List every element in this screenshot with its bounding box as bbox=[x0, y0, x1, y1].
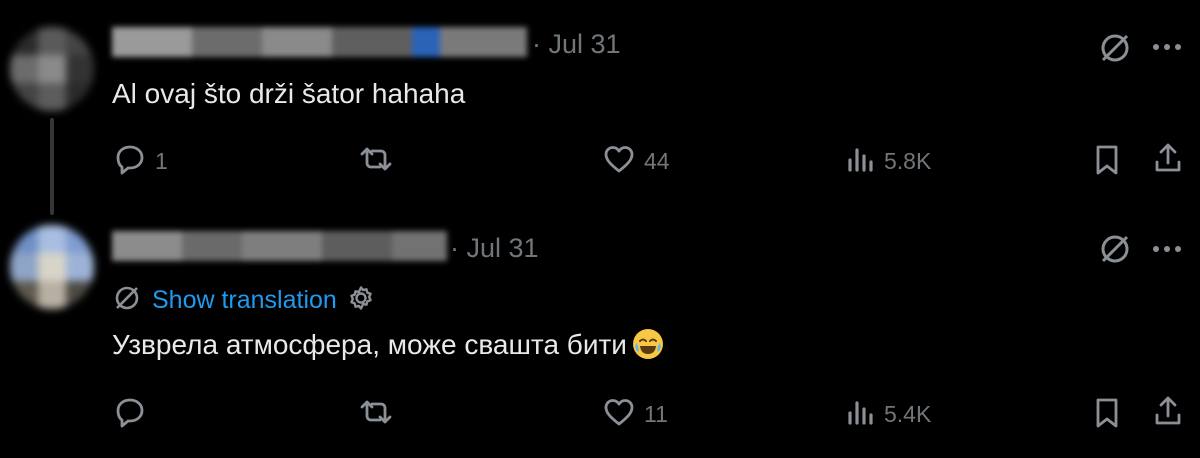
like-count: 44 bbox=[644, 148, 670, 174]
retweet-button[interactable] bbox=[358, 144, 402, 179]
face-with-tears-of-joy-emoji bbox=[632, 329, 663, 359]
views-icon bbox=[846, 397, 876, 432]
timestamp[interactable]: · Jul 31 bbox=[532, 29, 621, 60]
tweet-2[interactable]: · Jul 31 Show translation Узврела атмосф… bbox=[0, 215, 1200, 458]
like-button[interactable]: 44 bbox=[602, 143, 670, 180]
tweet-1[interactable]: · Jul 31 Al ovaj što drži šator hahaha 1… bbox=[0, 0, 1200, 215]
avatar[interactable] bbox=[10, 27, 94, 111]
more-icon[interactable] bbox=[1152, 40, 1182, 54]
views-button[interactable]: 5.4K bbox=[846, 397, 931, 432]
like-count: 11 bbox=[644, 401, 668, 427]
reply-icon bbox=[113, 142, 147, 181]
share-icon[interactable] bbox=[1152, 394, 1184, 428]
more-icon[interactable] bbox=[1152, 242, 1182, 256]
like-button[interactable]: 11 bbox=[602, 396, 668, 433]
avatar[interactable] bbox=[10, 225, 94, 309]
display-name[interactable] bbox=[112, 231, 447, 261]
translate-icon bbox=[112, 283, 142, 318]
reply-button[interactable]: 1 bbox=[113, 142, 168, 181]
retweet-icon bbox=[358, 397, 394, 432]
bookmark-icon[interactable] bbox=[1093, 396, 1121, 430]
bookmark-icon[interactable] bbox=[1093, 143, 1121, 177]
views-count: 5.8K bbox=[884, 148, 932, 174]
show-translation-link[interactable]: Show translation bbox=[152, 286, 337, 315]
reply-icon bbox=[113, 395, 147, 434]
gear-icon[interactable] bbox=[347, 284, 375, 317]
grok-icon[interactable] bbox=[1097, 231, 1133, 267]
translation-row: Show translation bbox=[112, 283, 375, 317]
reply-count: 1 bbox=[155, 148, 168, 174]
views-button[interactable]: 5.8K bbox=[846, 144, 931, 179]
like-icon bbox=[602, 143, 636, 180]
tweet-text: Узврела атмосфера, може свашта бити bbox=[112, 329, 663, 361]
retweet-button[interactable] bbox=[358, 397, 402, 432]
thread-line bbox=[50, 118, 54, 215]
views-icon bbox=[846, 144, 876, 179]
grok-icon[interactable] bbox=[1097, 30, 1133, 66]
tweet-text-content: Узврела атмосфера, може свашта бити bbox=[112, 329, 627, 360]
display-name[interactable] bbox=[112, 27, 527, 57]
tweet-text: Al ovaj što drži šator hahaha bbox=[112, 78, 466, 109]
like-icon bbox=[602, 396, 636, 433]
share-icon[interactable] bbox=[1152, 141, 1184, 175]
views-count: 5.4K bbox=[884, 401, 932, 427]
retweet-icon bbox=[358, 144, 394, 179]
reply-button[interactable] bbox=[113, 395, 155, 434]
timestamp[interactable]: · Jul 31 bbox=[450, 233, 539, 264]
